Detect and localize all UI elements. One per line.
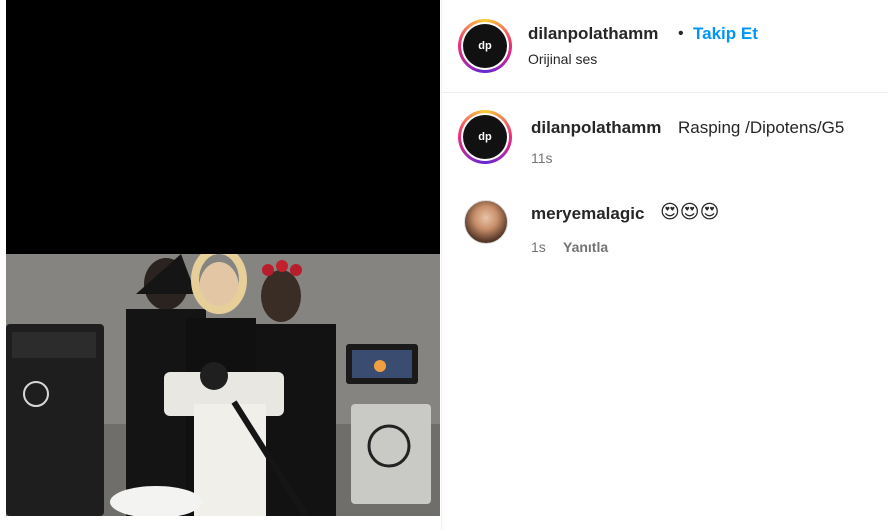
author-username[interactable]: dilanpolathamm: [528, 24, 658, 44]
media-bottom-bar: [6, 516, 440, 530]
audio-label[interactable]: Orijinal ses: [528, 51, 597, 67]
author-avatar-logo: dp: [463, 24, 507, 68]
comment-time[interactable]: 1s: [531, 239, 546, 255]
video-frame[interactable]: [6, 254, 440, 516]
separator-dot: •: [678, 25, 684, 42]
comment-text: 😍😍😍: [660, 202, 720, 223]
reply-button[interactable]: Yanıtla: [563, 239, 608, 255]
caption-username[interactable]: dilanpolathamm: [531, 118, 661, 138]
caption-avatar[interactable]: dp: [458, 110, 512, 164]
post-media[interactable]: [6, 0, 440, 516]
caption-time[interactable]: 11s: [531, 150, 553, 166]
caption-avatar-logo: dp: [463, 115, 507, 159]
video-scene: [6, 254, 440, 516]
author-avatar[interactable]: dp: [458, 19, 512, 73]
caption-text: Rasping /Dipotens/G5: [678, 118, 845, 137]
follow-button[interactable]: Takip Et: [693, 24, 758, 44]
post-side-panel: dp dilanpolathamm • Takip Et Orijinal se…: [441, 0, 888, 530]
post-header: dp dilanpolathamm • Takip Et Orijinal se…: [442, 0, 888, 93]
commenter-username[interactable]: meryemalagic: [531, 204, 644, 224]
commenter-avatar[interactable]: [464, 200, 508, 244]
